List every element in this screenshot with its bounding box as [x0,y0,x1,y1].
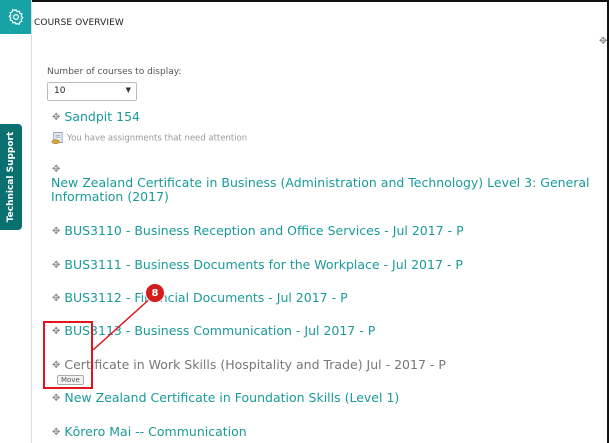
annotation-arrow [92,295,154,351]
annotation-badge: 8 [146,284,164,302]
